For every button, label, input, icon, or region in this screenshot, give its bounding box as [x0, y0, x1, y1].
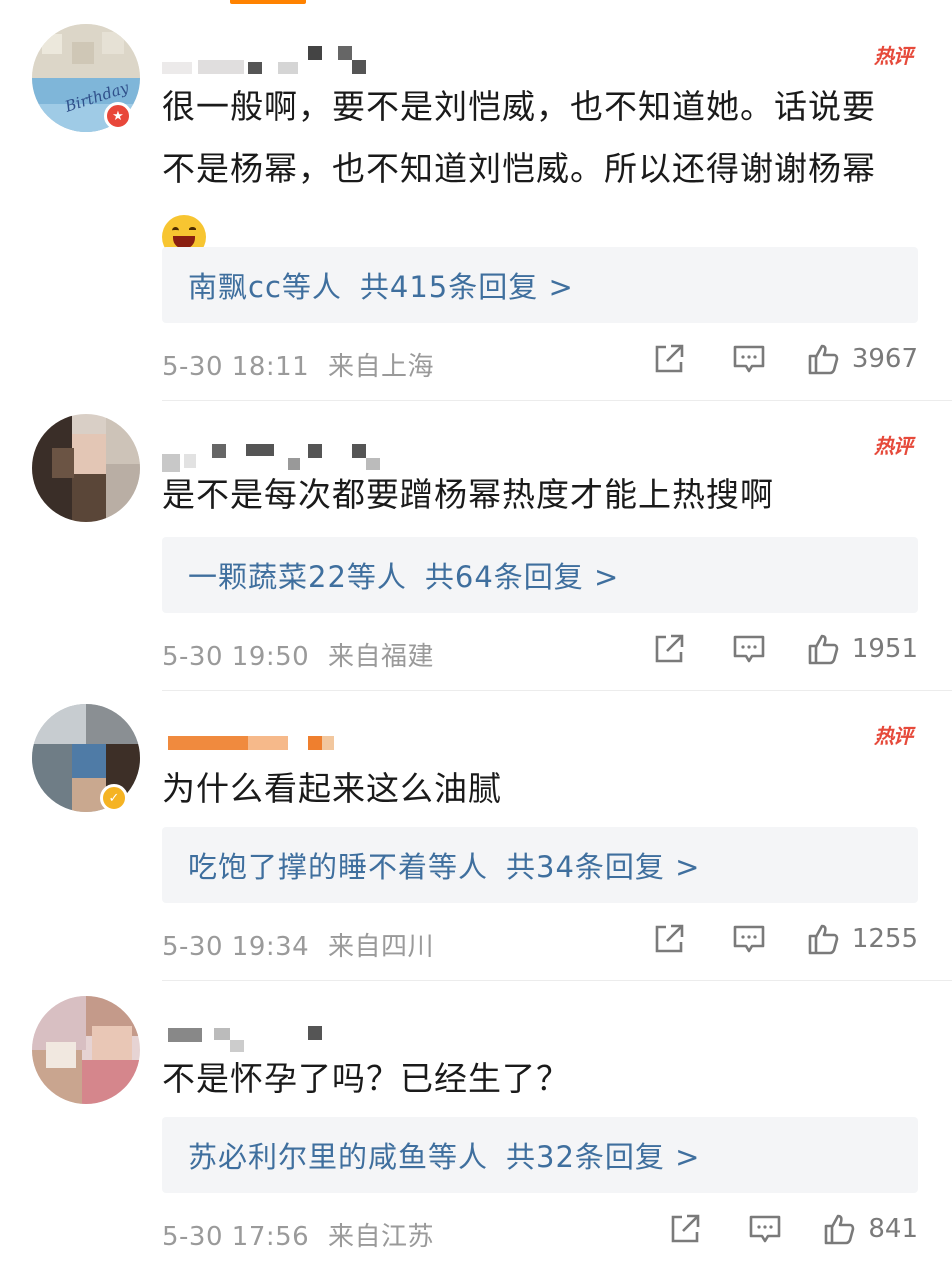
comment-icon[interactable]: [732, 632, 766, 666]
like-icon[interactable]: [806, 922, 840, 956]
avatar[interactable]: [32, 414, 140, 522]
comment-icon[interactable]: [732, 922, 766, 956]
reply-summary[interactable]: 一颗蔬菜22等人 共64条回复 >: [162, 537, 918, 613]
comment-meta: 5-30 18:11 来自上海: [162, 346, 434, 383]
comment-meta: 5-30 19:50 来自福建: [162, 636, 434, 673]
like-icon[interactable]: [822, 1212, 856, 1246]
share-icon[interactable]: [668, 1212, 702, 1246]
like-count: 3967: [851, 344, 918, 374]
share-icon[interactable]: [652, 922, 686, 956]
reply-count: 共32条回复 >: [506, 1140, 701, 1174]
verified-badge-icon: ★: [104, 102, 132, 130]
comment-meta: 5-30 17:56 来自江苏: [162, 1216, 434, 1253]
divider: [162, 400, 952, 401]
hot-comment-tag: 热评: [874, 434, 913, 458]
like-count: 1951: [851, 634, 918, 664]
comment-text: 很一般啊，要不是刘恺威，也不知道她。话说要不是杨幂，也不知道刘恺威。所以还得谢谢…: [162, 76, 904, 266]
reply-summary[interactable]: 苏必利尔里的咸鱼等人 共32条回复 >: [162, 1117, 918, 1193]
comment-location: 来自江苏: [327, 1222, 434, 1252]
top-tab-indicator: [230, 0, 306, 4]
comment-location: 来自福建: [327, 642, 434, 672]
avatar[interactable]: [32, 996, 140, 1104]
like-icon[interactable]: [806, 342, 840, 376]
share-icon[interactable]: [652, 342, 686, 376]
like-count: 841: [868, 1214, 918, 1244]
comment-date: 5-30 17:56: [162, 1222, 310, 1252]
reply-names: 一颗蔬菜22等人: [188, 560, 407, 594]
reply-count: 共64条回复 >: [424, 560, 620, 594]
comment-text: 为什么看起来这么油腻: [162, 769, 502, 808]
reply-count: 共34条回复 >: [506, 850, 701, 884]
share-icon[interactable]: [652, 632, 686, 666]
like-icon[interactable]: [806, 632, 840, 666]
username-redacted[interactable]: [162, 46, 382, 74]
comment-meta: 5-30 19:34 来自四川: [162, 926, 434, 963]
comment-location: 来自上海: [327, 352, 434, 382]
reply-summary[interactable]: 吃饱了撑的睡不着等人 共34条回复 >: [162, 827, 918, 903]
comment-date: 5-30 18:11: [162, 352, 310, 382]
comment-actions: 1255: [652, 922, 918, 956]
reply-names: 南飘cc等人: [188, 270, 342, 304]
hot-comment-tag: 热评: [874, 724, 913, 748]
comment-icon[interactable]: [748, 1212, 782, 1246]
reply-names: 吃饱了撑的睡不着等人: [188, 850, 489, 884]
comment-actions: 841: [668, 1212, 918, 1246]
comment-date: 5-30 19:50: [162, 642, 310, 672]
comment-location: 来自四川: [327, 932, 434, 962]
divider: [162, 980, 952, 981]
like-count: 1255: [851, 924, 918, 954]
comment-actions: 1951: [652, 632, 918, 666]
reply-count: 共415条回复 >: [359, 270, 574, 304]
verified-badge-icon: ✓: [100, 784, 128, 812]
reply-summary[interactable]: 南飘cc等人 共415条回复 >: [162, 247, 918, 323]
comment-icon[interactable]: [732, 342, 766, 376]
reply-names: 苏必利尔里的咸鱼等人: [188, 1140, 489, 1174]
comment-text: 不是怀孕了吗？已经生了？: [162, 1059, 570, 1098]
comment-date: 5-30 19:34: [162, 932, 310, 962]
hot-comment-tag: 热评: [874, 44, 913, 68]
comment-actions: 3967: [652, 342, 918, 376]
comment-text: 是不是每次都要蹭杨幂热度才能上热搜啊: [162, 475, 774, 514]
divider: [162, 690, 952, 691]
